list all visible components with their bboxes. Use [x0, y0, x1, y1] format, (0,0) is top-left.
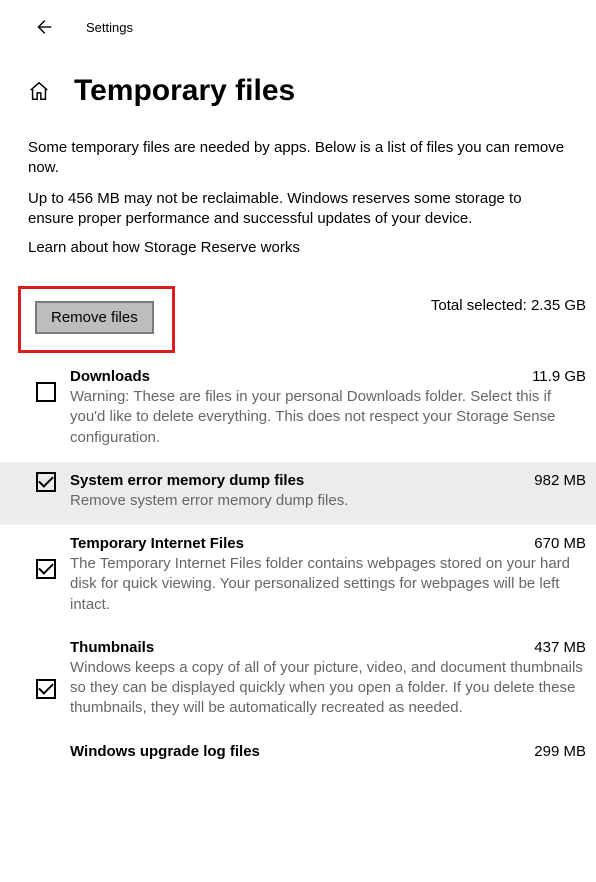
checkbox[interactable]: [36, 559, 56, 579]
item-title: Thumbnails: [70, 639, 154, 656]
item-size: 437 MB: [524, 639, 586, 656]
remove-files-button[interactable]: Remove files: [35, 301, 154, 334]
back-arrow-icon[interactable]: [28, 12, 58, 42]
item-desc: Warning: These are files in your persona…: [70, 387, 586, 448]
item-title: System error memory dump files: [70, 472, 304, 489]
item-size: 11.9 GB: [522, 368, 586, 385]
list-item[interactable]: Temporary Internet Files 670 MB The Temp…: [0, 525, 596, 629]
total-selected-label: Total selected: 2.35 GB: [431, 297, 586, 314]
intro-text-2: Up to 456 MB may not be reclaimable. Win…: [28, 189, 568, 230]
header: Settings: [0, 0, 596, 50]
intro-block: Some temporary files are needed by apps.…: [0, 138, 596, 272]
item-desc: Remove system error memory dump files.: [70, 491, 586, 511]
intro-text-1: Some temporary files are needed by apps.…: [28, 138, 568, 179]
item-size: 670 MB: [524, 535, 586, 552]
title-row: Temporary files: [0, 50, 596, 138]
list-item[interactable]: Thumbnails 437 MB Windows keeps a copy o…: [0, 629, 596, 733]
home-icon[interactable]: [28, 76, 50, 106]
item-title: Windows upgrade log files: [70, 743, 260, 760]
item-size: 299 MB: [524, 743, 586, 760]
item-size: 982 MB: [524, 472, 586, 489]
list-item[interactable]: System error memory dump files 982 MB Re…: [0, 462, 596, 525]
page-title: Temporary files: [74, 74, 295, 108]
storage-reserve-link[interactable]: Learn about how Storage Reserve works: [28, 239, 300, 256]
list-item[interactable]: Downloads 11.9 GB Warning: These are fil…: [0, 358, 596, 462]
checkbox[interactable]: [36, 472, 56, 492]
item-desc: Windows keeps a copy of all of your pict…: [70, 658, 586, 719]
checkbox[interactable]: [36, 679, 56, 699]
item-desc: The Temporary Internet Files folder cont…: [70, 554, 586, 615]
highlight-annotation: Remove files: [18, 286, 175, 353]
list-item[interactable]: Windows upgrade log files 299 MB: [0, 733, 596, 762]
file-category-list: Downloads 11.9 GB Warning: These are fil…: [0, 358, 596, 762]
item-title: Downloads: [70, 368, 150, 385]
checkbox[interactable]: [36, 382, 56, 402]
header-title: Settings: [86, 20, 133, 35]
item-title: Temporary Internet Files: [70, 535, 244, 552]
